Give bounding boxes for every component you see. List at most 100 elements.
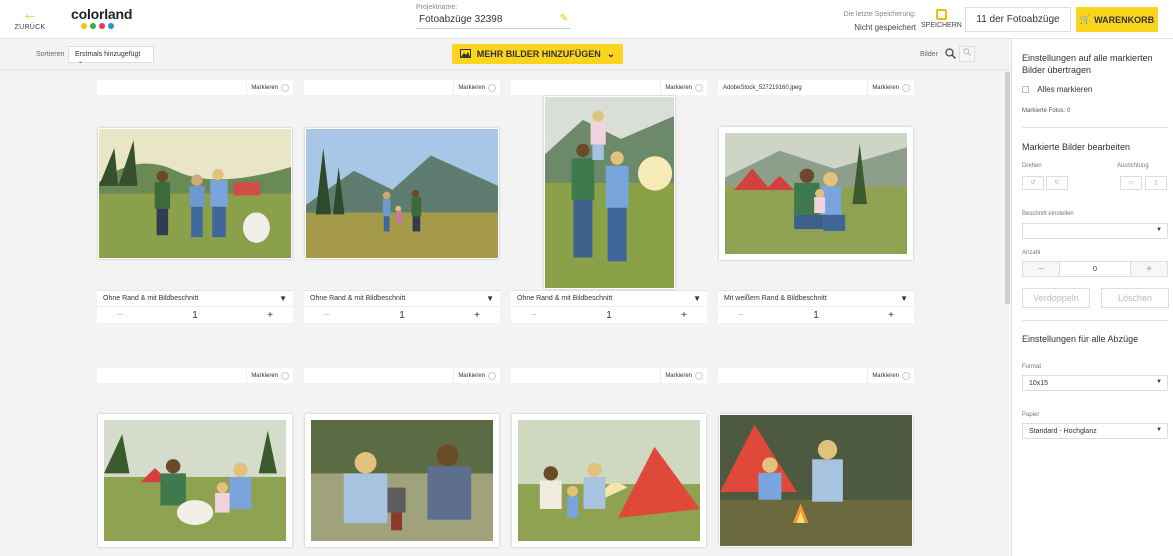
card-filename: AdobeStock_527219160.jpeg <box>723 84 802 91</box>
radio-circle-icon[interactable] <box>902 371 910 380</box>
pencil-icon[interactable]: ✎ <box>560 13 568 24</box>
increment-button[interactable]: + <box>681 310 687 321</box>
increment-button[interactable]: + <box>267 310 273 321</box>
back-arrow-icon: ← <box>22 6 38 23</box>
increment-button[interactable]: + <box>1131 262 1167 276</box>
decrement-button[interactable]: − <box>117 310 123 321</box>
amount-value[interactable]: 0 <box>1059 262 1131 276</box>
photo-card[interactable]: Markieren Ohne Rand & mit Bildbeschnitt ▼… <box>304 80 500 323</box>
photo[interactable] <box>512 414 706 547</box>
quantity-value[interactable]: 1 <box>399 310 405 321</box>
radio-circle-icon[interactable] <box>488 83 496 92</box>
delete-button[interactable]: Löschen <box>1101 288 1169 308</box>
photo[interactable] <box>305 414 499 547</box>
mark-toggle[interactable]: Markieren <box>453 80 500 95</box>
mark-label: Markieren <box>458 84 485 91</box>
mark-toggle[interactable]: Markieren <box>660 368 707 383</box>
save-button[interactable]: SPEICHERN <box>921 9 962 29</box>
project-name-field[interactable]: Projektname: Fotoabzüge 32398 ✎ <box>416 4 570 29</box>
quantity-value[interactable]: 1 <box>192 310 198 321</box>
decrement-button[interactable]: − <box>1023 262 1059 276</box>
paper-select[interactable]: Standard - Hochglanz ▼ <box>1022 423 1168 439</box>
rotate-left-icon[interactable]: ↺ <box>1022 176 1044 190</box>
mark-toggle[interactable]: Markieren <box>660 80 707 95</box>
zoom-in-icon[interactable] <box>945 48 957 60</box>
rotate-right-icon[interactable]: ↻ <box>1046 176 1068 190</box>
format-select[interactable]: 10x15 ▼ <box>1022 375 1168 391</box>
sort-select[interactable]: Erstmals hinzugefügt ⌄ <box>68 46 154 65</box>
increment-button[interactable]: + <box>474 310 480 321</box>
transfer-settings-title: Einstellungen auf alle markierten Bilder… <box>1022 53 1153 75</box>
mark-toggle[interactable]: Markieren <box>453 368 500 383</box>
app-header: ← ZURÜCK colorland Projektname: Fotoabzü… <box>0 0 1173 39</box>
photo-card[interactable]: Markieren Ohne Rand & mit Bildbeschnitt ▼… <box>97 80 293 323</box>
mark-label: Markieren <box>872 372 899 379</box>
photo-area <box>718 383 914 556</box>
decrement-button[interactable]: − <box>531 310 537 321</box>
print-option-select[interactable]: Ohne Rand & mit Bildbeschnitt ▼ <box>97 290 293 306</box>
triangle-down-icon: ▼ <box>693 294 701 303</box>
photo[interactable] <box>719 127 913 260</box>
radio-circle-icon[interactable] <box>281 83 289 92</box>
photo-family-mountains <box>306 129 498 258</box>
mark-label: Markieren <box>458 372 485 379</box>
photo[interactable] <box>98 414 292 547</box>
photo-area <box>97 383 293 556</box>
radio-circle-icon[interactable] <box>695 83 703 92</box>
checkbox-icon[interactable] <box>1022 86 1029 94</box>
triangle-down-icon: ▼ <box>279 294 287 303</box>
mark-toggle[interactable]: Markieren <box>867 80 914 95</box>
photo[interactable] <box>98 128 292 259</box>
photo-card[interactable]: Markieren <box>304 368 500 556</box>
cart-button[interactable]: 🛒 WARENKORB <box>1076 7 1158 32</box>
duplicate-button[interactable]: Verdoppeln <box>1022 288 1090 308</box>
mark-toggle[interactable]: Markieren <box>867 368 914 383</box>
photo-card[interactable]: Markieren <box>97 368 293 556</box>
mark-toggle[interactable]: Markieren <box>246 80 293 95</box>
photo-card[interactable]: Markieren <box>511 368 707 556</box>
mark-label: Markieren <box>872 84 899 91</box>
back-button[interactable]: ← ZURÜCK <box>13 6 47 32</box>
last-save-value: Nicht gespeichert <box>854 23 916 32</box>
decrement-button[interactable]: − <box>738 310 744 321</box>
decrement-button[interactable]: − <box>324 310 330 321</box>
photo-card[interactable]: Markieren <box>718 368 914 556</box>
back-label: ZURÜCK <box>14 24 46 31</box>
crop-select[interactable]: ▼ <box>1022 223 1168 239</box>
gallery-scrollbar[interactable] <box>1005 72 1010 304</box>
divider <box>1022 127 1168 128</box>
radio-circle-icon[interactable] <box>281 371 289 380</box>
print-option-select[interactable]: Mit weißem Rand & Bildbeschnitt ▼ <box>718 290 914 306</box>
photo-couple-stove <box>311 420 493 541</box>
increment-button[interactable]: + <box>888 310 894 321</box>
project-name-input[interactable]: Fotoabzüge 32398 ✎ <box>416 11 570 29</box>
portrait-icon[interactable]: ▯ <box>1145 176 1167 190</box>
landscape-icon[interactable]: ▭ <box>1120 176 1142 190</box>
last-save-caption: Die letzte Speicherung: <box>843 11 916 18</box>
mark-toggle[interactable]: Markieren <box>246 368 293 383</box>
print-option-select[interactable]: Ohne Rand & mit Bildbeschnitt ▼ <box>511 290 707 306</box>
project-name-caption: Projektname: <box>416 4 458 11</box>
logo-dot-pink <box>99 23 105 29</box>
photo[interactable] <box>719 414 913 547</box>
logo-dot-yellow <box>81 23 87 29</box>
photo[interactable] <box>544 96 675 289</box>
cart-icon: 🛒 <box>1079 14 1092 24</box>
photo-card[interactable]: Markieren Ohne Rand & mit Bildbeschnitt ▼… <box>511 80 707 323</box>
radio-circle-icon[interactable] <box>488 371 496 380</box>
print-option-select[interactable]: Ohne Rand & mit Bildbeschnitt ▼ <box>304 290 500 306</box>
photo-card[interactable]: AdobeStock_527219160.jpeg Markieren Mit … <box>718 80 914 323</box>
photo[interactable] <box>305 128 499 259</box>
radio-circle-icon[interactable] <box>695 371 703 380</box>
add-more-images-button[interactable]: MEHR BILDER HINZUFÜGEN ⌄ <box>452 44 623 64</box>
photo-area <box>304 95 500 290</box>
zoom-out-icon[interactable] <box>959 46 975 62</box>
quantity-value[interactable]: 1 <box>813 310 819 321</box>
radio-circle-icon[interactable] <box>902 83 910 92</box>
print-count-button[interactable]: 11 der Fotoabzüge <box>965 7 1071 32</box>
photo-family-campfire <box>720 415 912 546</box>
card-header: AdobeStock_527219160.jpeg Markieren <box>718 80 914 95</box>
logo[interactable]: colorland <box>71 6 132 29</box>
mark-all-checkbox[interactable]: Alles markieren <box>1022 85 1092 94</box>
quantity-value[interactable]: 1 <box>606 310 612 321</box>
